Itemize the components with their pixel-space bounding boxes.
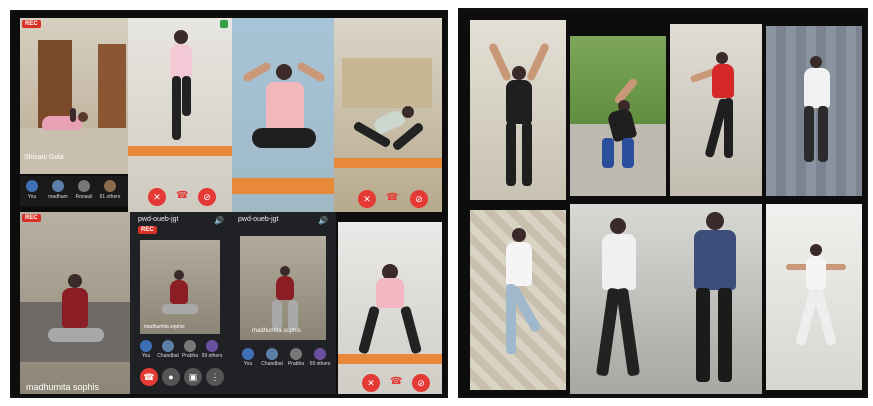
mic-off-button[interactable]: ✕ — [362, 374, 380, 392]
video-tile-garden-bend — [570, 36, 666, 196]
phone-screenshot-2: pwd-oueb-jgt 🔊 madhumita sophis You Chan… — [230, 212, 336, 394]
avatar-icon[interactable] — [314, 348, 326, 360]
more-button[interactable]: ⋮ — [206, 368, 224, 386]
end-call-icon[interactable]: ☎ — [176, 190, 188, 201]
person-figure — [242, 58, 326, 188]
participant-label: 61 others — [99, 194, 121, 200]
participant-name: madhumita sophis — [26, 382, 100, 392]
avatar-icon[interactable] — [242, 348, 254, 360]
participant-label: Chandbal — [157, 353, 179, 359]
rec-badge: REC — [22, 20, 41, 28]
video-tile-studio-dance — [570, 204, 762, 394]
person-figure — [162, 30, 202, 150]
person-figure — [348, 106, 438, 166]
avatar-icon[interactable] — [162, 340, 174, 352]
camera-off-button[interactable]: ⊘ — [412, 374, 430, 392]
mic-off-button[interactable]: ✕ — [148, 188, 166, 206]
avatar-icon[interactable] — [26, 180, 38, 192]
avatar-icon[interactable] — [266, 348, 278, 360]
participant-label: You — [27, 194, 37, 200]
participant-label: You — [243, 361, 253, 367]
video-tile-red-top — [670, 24, 762, 196]
person-figure — [48, 274, 104, 364]
avatar-icon[interactable] — [52, 180, 64, 192]
video-tile-standing: ✕ ☎ ⊘ — [128, 18, 232, 212]
video-tile-sidebend: ✕ ☎ ⊘ — [334, 18, 442, 212]
participant-label: Prabha — [181, 353, 199, 359]
video-tile-arms-up — [470, 20, 566, 200]
mic-off-button[interactable]: ✕ — [358, 190, 376, 208]
rec-badge: REC — [22, 214, 41, 222]
end-call-icon[interactable]: ☎ — [386, 192, 398, 203]
avatar-icon[interactable] — [206, 340, 218, 352]
camera-button[interactable]: ▣ — [184, 368, 202, 386]
participant-label: You — [141, 353, 151, 359]
right-video-collage — [458, 8, 868, 398]
video-tile-curtain — [766, 26, 862, 196]
end-call-icon[interactable]: ☎ — [390, 376, 402, 387]
window — [342, 58, 432, 108]
person-figure — [42, 108, 92, 138]
video-tile-seated: REC madhumita sophis — [20, 212, 130, 394]
participant-label: madhum — [48, 194, 68, 200]
video-tile-forward-bend: ✕ ☎ ⊘ — [338, 222, 442, 394]
speaker-icon[interactable]: 🔊 — [318, 216, 328, 225]
camera-off-button[interactable]: ⊘ — [198, 188, 216, 206]
participant-label: 59 others — [201, 353, 223, 359]
video-tile-squat — [232, 18, 334, 212]
left-video-collage: REC Shivani Gola You madhum Ronauli 61 o… — [10, 10, 448, 398]
meeting-code: pwd-oueb-jgt — [238, 216, 279, 223]
rec-badge: REC — [138, 226, 157, 234]
end-call-button[interactable]: ☎ — [140, 368, 158, 386]
avatar-icon[interactable] — [104, 180, 116, 192]
participant-label: Ronauli — [75, 194, 93, 200]
participant-name: Shivani Gola — [24, 154, 64, 161]
video-tile-patterned-wall — [470, 210, 566, 390]
participant-name: madhumita sophis — [252, 328, 301, 334]
inner-video: madhumita sophis — [140, 240, 220, 334]
participant-label: Prabha — [287, 361, 305, 367]
person-figure — [357, 258, 423, 358]
mic-button[interactable]: ● — [162, 368, 180, 386]
phone-screenshot-1: pwd-oueb-jgt REC 🔊 madhumita sophis You … — [130, 212, 230, 394]
video-tile-white-room — [766, 204, 862, 390]
participant-label: 59 others — [309, 361, 331, 367]
avatar-icon[interactable] — [78, 180, 90, 192]
participant-strip: You madhum Ronauli 61 others — [20, 176, 132, 206]
door-2 — [98, 44, 126, 128]
speaker-icon[interactable]: 🔊 — [214, 216, 224, 225]
participant-name: madhumita sophis — [144, 324, 185, 330]
avatar-icon[interactable] — [184, 340, 196, 352]
avatar-icon[interactable] — [140, 340, 152, 352]
camera-off-button[interactable]: ⊘ — [410, 190, 428, 208]
inner-video: madhumita sophis — [240, 236, 326, 340]
avatar-icon[interactable] — [290, 348, 302, 360]
participant-label: Chandbal — [261, 361, 283, 367]
video-tile-shivani: REC Shivani Gola — [20, 18, 132, 174]
status-icon — [220, 20, 228, 28]
meeting-code: pwd-oueb-jgt — [138, 216, 179, 223]
